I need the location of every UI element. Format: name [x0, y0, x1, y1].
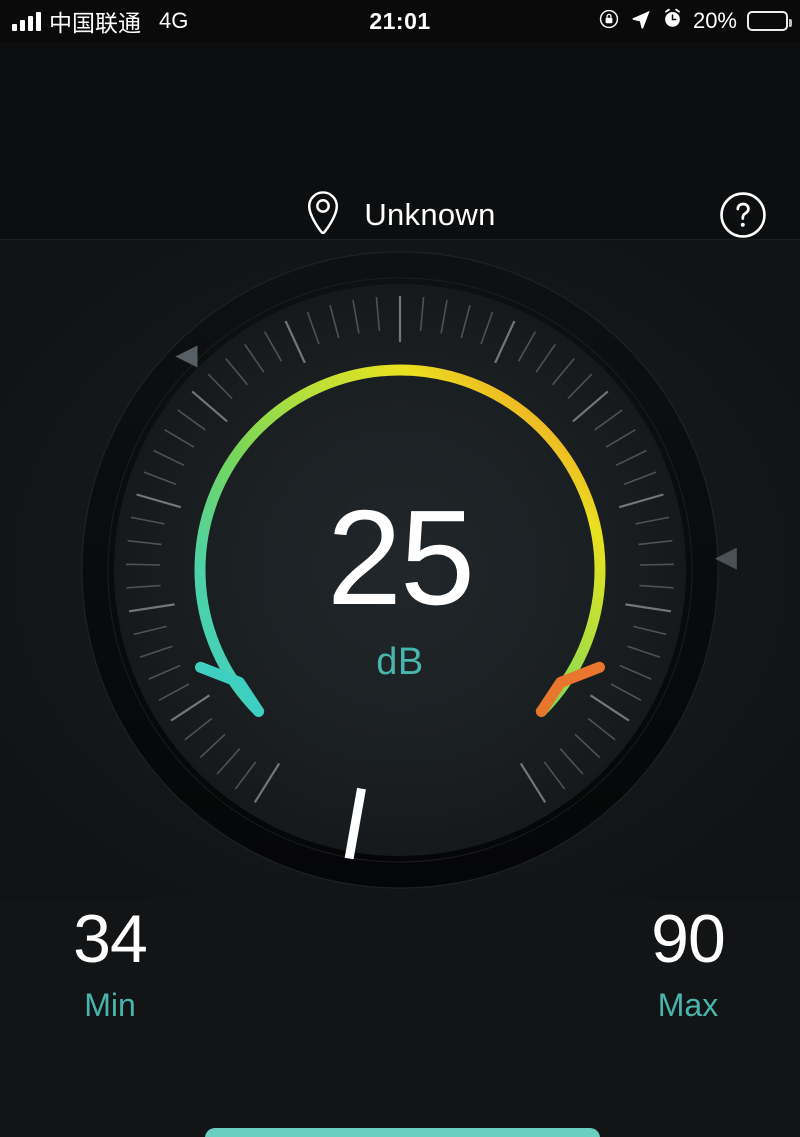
status-bar-right: 20% [598, 0, 792, 42]
help-circle-icon [720, 192, 766, 238]
battery-icon [747, 11, 792, 31]
min-stat: 34 Min [0, 905, 400, 1024]
min-value: 34 [73, 901, 148, 977]
rotation-lock-icon [598, 8, 620, 35]
help-button[interactable] [718, 190, 768, 240]
alarm-clock-icon [662, 8, 683, 34]
sound-level-gauge [0, 240, 800, 900]
location-arrow-icon [630, 8, 652, 35]
primary-action-button[interactable] [205, 1128, 600, 1137]
location-pin-icon [304, 190, 342, 241]
gauge-svg [0, 240, 800, 900]
min-max-stats: 34 Min 90 Max [0, 905, 800, 1024]
min-label: Min [84, 987, 136, 1023]
phone-screen: 中国联通 4G 21:01 20% Unknown 25 dB 34 Min 9… [0, 0, 800, 1137]
max-value: 90 [651, 901, 726, 977]
app-header: Unknown [0, 42, 800, 240]
battery-percent-label: 20% [692, 8, 737, 33]
location-name-label: Unknown [364, 197, 496, 232]
max-label: Max [657, 987, 719, 1023]
status-bar: 中国联通 4G 21:01 20% [0, 0, 800, 42]
max-stat: 90 Max [400, 905, 800, 1024]
